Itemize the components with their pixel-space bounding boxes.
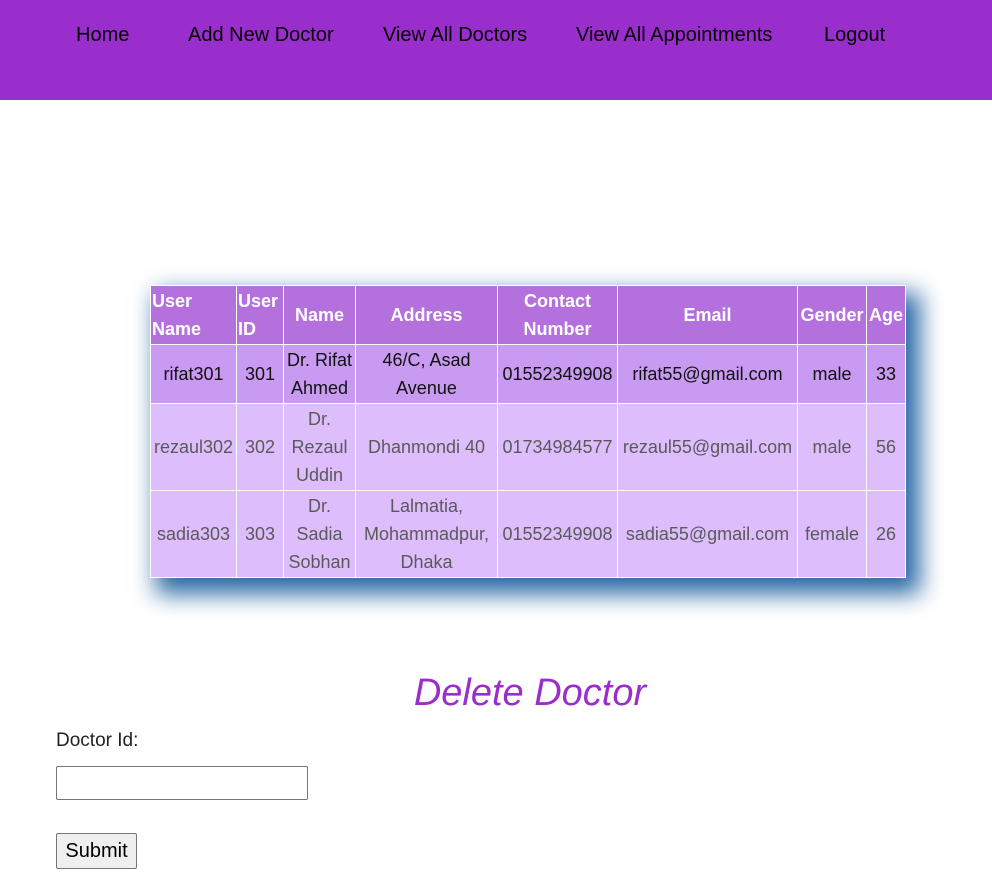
cell-name-line3: Sobhan (288, 552, 351, 572)
cell-address-line2: Avenue (396, 378, 457, 398)
cell-name: Dr. Rifat Ahmed (283, 344, 356, 404)
cell-name-line1: Dr. (307, 409, 331, 429)
cell-user-id: 301 (236, 344, 284, 404)
cell-age: 56 (866, 403, 906, 491)
cell-gender: male (797, 403, 867, 491)
nav-view-all-appointments-link[interactable]: View All Appointments (576, 24, 772, 47)
header-contact-number: Contact Number (497, 285, 618, 345)
header-user-name-line2: Name (152, 319, 202, 339)
cell-age: 26 (866, 490, 906, 578)
cell-user-name: rezaul302 (150, 403, 237, 491)
top-navbar: Home Add New Doctor View All Doctors Vie… (0, 0, 992, 100)
table-row: sadia303 303 Dr. Sadia Sobhan Lalmatia, … (150, 490, 906, 578)
cell-name-line2: Sadia (296, 524, 343, 544)
cell-contact: 01552349908 (497, 490, 618, 578)
cell-address-line3: Dhaka (400, 552, 453, 572)
cell-name: Dr. Rezaul Uddin (283, 403, 356, 491)
nav-logout-link[interactable]: Logout (824, 24, 885, 47)
cell-user-name: rifat301 (150, 344, 237, 404)
header-user-id-line1: User (238, 291, 279, 311)
header-user-name: User Name (150, 285, 237, 345)
cell-address-line1: 46/C, Asad (382, 350, 471, 370)
table-row: rezaul302 302 Dr. Rezaul Uddin Dhanmondi… (150, 403, 906, 491)
submit-button[interactable]: Submit (56, 833, 137, 869)
cell-address-line2: Mohammadpur, (363, 524, 490, 544)
nav-view-all-doctors-link[interactable]: View All Doctors (383, 24, 527, 47)
doctors-table-container: User Name User ID Name Address Contact N… (150, 285, 906, 578)
cell-email: rifat55@gmail.com (617, 344, 798, 404)
header-user-id-line2: ID (238, 319, 256, 339)
cell-email: rezaul55@gmail.com (617, 403, 798, 491)
cell-address: 46/C, Asad Avenue (355, 344, 498, 404)
header-address: Address (355, 285, 498, 345)
delete-doctor-title: Delete Doctor (413, 672, 647, 714)
header-name: Name (283, 285, 356, 345)
table-header-row: User Name User ID Name Address Contact N… (150, 285, 906, 345)
cell-name-line2: Rezaul (291, 437, 348, 457)
cell-user-id: 303 (236, 490, 284, 578)
header-contact-line1: Contact (524, 291, 591, 311)
cell-address-line1: Lalmatia, (389, 496, 464, 516)
doctor-id-input[interactable] (56, 766, 308, 800)
cell-contact: 01552349908 (497, 344, 618, 404)
header-contact-line2: Number (523, 319, 592, 339)
cell-name: Dr. Sadia Sobhan (283, 490, 356, 578)
table-row: rifat301 301 Dr. Rifat Ahmed 46/C, Asad … (150, 344, 906, 404)
nav-add-new-doctor-link[interactable]: Add New Doctor (188, 24, 334, 47)
cell-user-name: sadia303 (150, 490, 237, 578)
cell-name-line1: Dr. Rifat (286, 350, 352, 370)
cell-email: sadia55@gmail.com (617, 490, 798, 578)
cell-name-line3: Uddin (295, 465, 344, 485)
cell-address: Lalmatia, Mohammadpur, Dhaka (355, 490, 498, 578)
cell-name-line1: Dr. (307, 496, 331, 516)
doctor-id-label: Doctor Id: (56, 730, 139, 751)
nav-home-link[interactable]: Home (76, 24, 129, 47)
cell-gender: female (797, 490, 867, 578)
cell-name-line2: Ahmed (290, 378, 349, 398)
cell-address: Dhanmondi 40 (355, 403, 498, 491)
header-user-id: User ID (236, 285, 284, 345)
header-age: Age (866, 285, 906, 345)
cell-age: 33 (866, 344, 906, 404)
header-email: Email (617, 285, 798, 345)
header-gender: Gender (797, 285, 867, 345)
cell-user-id: 302 (236, 403, 284, 491)
header-user-name-line1: User (152, 291, 193, 311)
cell-gender: male (797, 344, 867, 404)
doctors-table: User Name User ID Name Address Contact N… (150, 285, 906, 578)
cell-contact: 01734984577 (497, 403, 618, 491)
